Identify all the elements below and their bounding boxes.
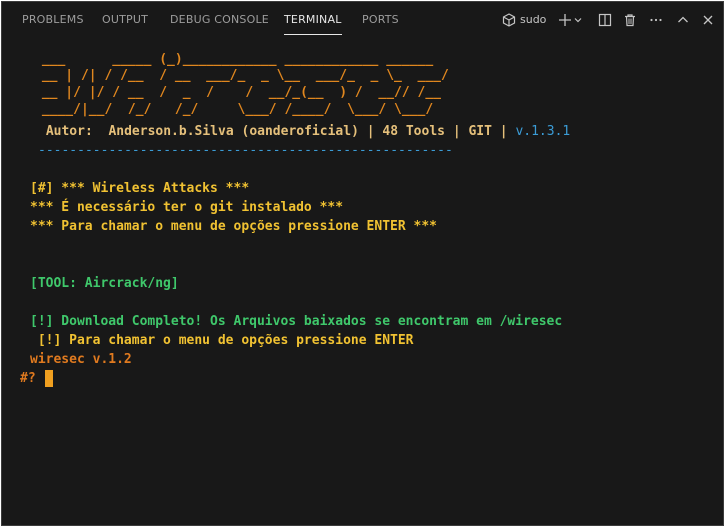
git-notice: *** É necessário ter o git instalado *** [30,200,344,215]
tab-terminal[interactable]: TERMINAL [284,13,342,35]
ascii-banner-line: ____/|__/ /_/ /_/ \___/ /____/ \___/ \__… [34,102,434,117]
chevron-up-icon[interactable] [674,11,692,29]
tool-version: v.1.3.1 [515,124,571,139]
shell-prompt: #? [20,371,36,386]
ellipsis-icon[interactable] [647,11,665,29]
terminal-cursor [45,370,53,387]
trash-icon[interactable] [621,11,639,29]
section-header: [#] *** Wireless Attacks *** [30,181,250,196]
panel-tab-bar: PROBLEMS OUTPUT DEBUG CONSOLE TERMINAL P… [2,2,723,37]
menu-notice: *** Para chamar o menu de opções pressio… [30,219,437,234]
tab-ports[interactable]: PORTS [362,13,399,26]
terminal-icon[interactable] [500,11,518,29]
tool-line: [TOOL: Aircrack/ng] [30,276,179,291]
terminal-output[interactable]: ___ _____ (_)____________ ____________ _… [2,37,723,525]
chevron-down-icon[interactable] [572,11,584,29]
close-icon[interactable] [699,11,717,29]
download-line: [!] Download Completo! Os Arquivos baixa… [30,314,563,329]
terminal-panel: PROBLEMS OUTPUT DEBUG CONSOLE TERMINAL P… [1,1,724,526]
app-version: wiresec v.1.2 [30,352,132,367]
author-text: Autor: Anderson.b.Silva (oanderoficial) … [38,124,516,139]
terminal-name[interactable]: sudo [520,13,546,26]
author-line: Autor: Anderson.b.Silva (oanderoficial) … [38,122,570,141]
tab-output[interactable]: OUTPUT [102,13,148,26]
menu-hint: [!] Para chamar o menu de opções pressio… [30,333,414,348]
split-icon[interactable] [596,11,614,29]
tab-debug-console[interactable]: DEBUG CONSOLE [170,13,269,26]
separator-line: ----------------------------------------… [38,143,453,158]
tab-problems[interactable]: PROBLEMS [22,13,84,26]
